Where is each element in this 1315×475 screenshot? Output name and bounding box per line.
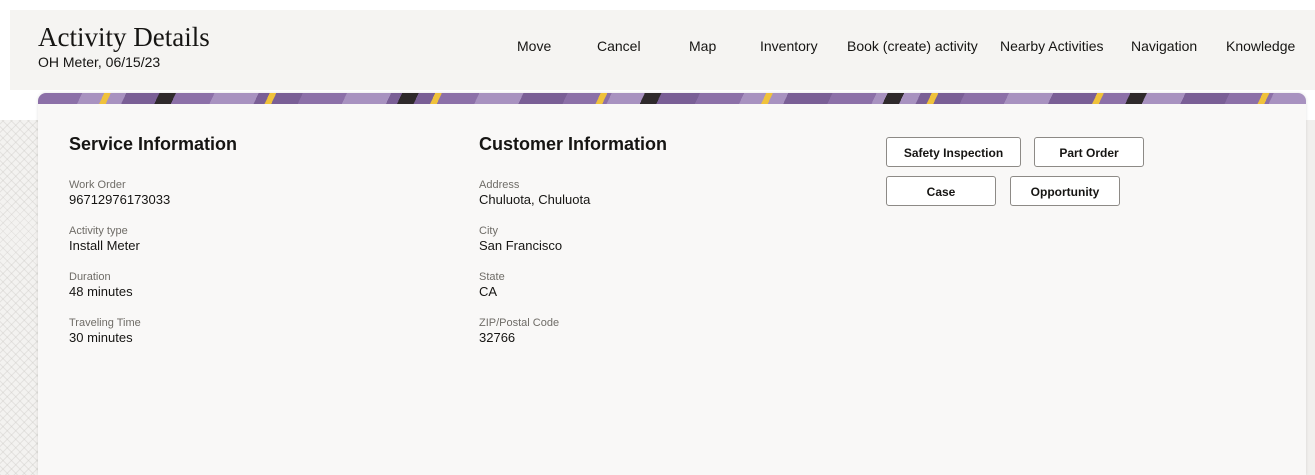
work-order-label: Work Order [69,179,126,191]
address-label: Address [479,179,520,191]
nav-knowledge[interactable]: Knowledge [1226,38,1295,54]
nav-nearby-activities[interactable]: Nearby Activities [1000,38,1103,54]
page-title: Activity Details [38,22,210,52]
traveling-time-label: Traveling Time [69,317,141,329]
zip-postal-code-label: ZIP/Postal Code [479,317,560,329]
nav-cancel[interactable]: Cancel [597,38,641,54]
traveling-time-value: 30 minutes [69,330,133,345]
nav-inventory[interactable]: Inventory [760,38,818,54]
nav-navigation[interactable]: Navigation [1131,38,1197,54]
page-header: Activity Details OH Meter, 06/15/23 Move… [10,10,1315,90]
safety-inspection-button[interactable]: Safety Inspection [886,137,1021,167]
nav-move[interactable]: Move [517,38,551,54]
page-subtitle: OH Meter, 06/15/23 [38,54,161,70]
nav-map[interactable]: Map [689,38,716,54]
customer-information-title: Customer Information [479,134,668,154]
part-order-button[interactable]: Part Order [1034,137,1144,167]
state-value: CA [479,284,498,299]
nav-book-create-activity[interactable]: Book (create) activity [847,38,978,54]
duration-label: Duration [69,271,111,283]
activity-type-value: Install Meter [69,238,140,253]
background-pattern [0,120,40,475]
service-information-title: Service Information [69,134,238,154]
background-edge [1305,120,1315,475]
work-order-value: 96712976173033 [69,192,171,207]
duration-value: 48 minutes [69,284,133,299]
address-value: Chuluota, Chuluota [479,192,591,207]
zip-postal-code-value: 32766 [479,330,516,345]
state-label: State [479,271,505,283]
city-value: San Francisco [479,238,563,253]
case-button[interactable]: Case [886,176,996,206]
activity-details-card: Service Information Work Order 967129761… [38,93,1306,475]
decorative-banner [38,93,1306,104]
opportunity-button[interactable]: Opportunity [1010,176,1120,206]
city-label: City [479,225,498,237]
activity-type-label: Activity type [69,225,128,237]
